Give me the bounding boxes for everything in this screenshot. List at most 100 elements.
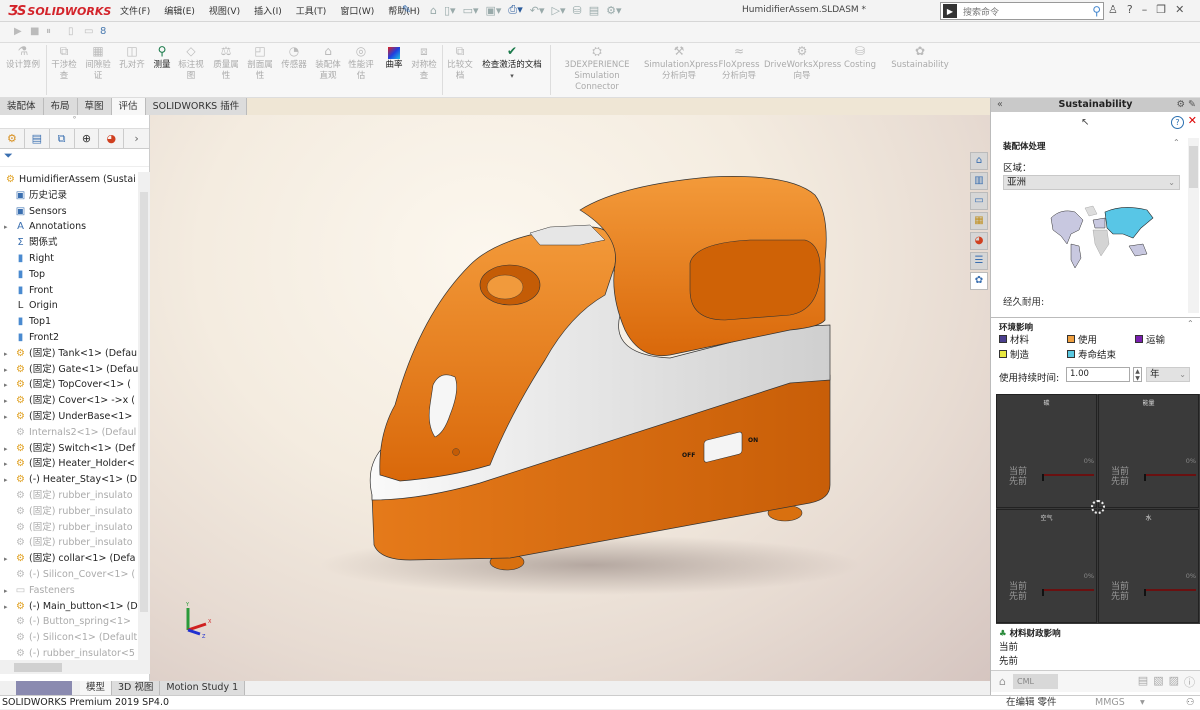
property-manager-tab-icon[interactable]: ▤: [25, 129, 50, 148]
chart-icon[interactable]: ▨: [1169, 674, 1179, 690]
appearances-tab-icon[interactable]: ◕: [970, 232, 988, 250]
region-select[interactable]: 亚洲 ⌄: [1003, 175, 1180, 190]
use-duration-unit-select[interactable]: 年 ⌄: [1146, 367, 1190, 382]
tab-3d-views[interactable]: 3D 视图: [112, 681, 161, 695]
close-button[interactable]: ✕: [1175, 3, 1184, 16]
stop-macro-icon[interactable]: ■: [30, 26, 39, 37]
interference-check-button[interactable]: ⧉ 干涉检查: [50, 45, 78, 82]
file-properties-icon[interactable]: ▤: [589, 4, 599, 17]
tree-item[interactable]: ⚙ (-) rubber_insulator<5: [0, 646, 138, 660]
tree-vertical-scrollbar[interactable]: [138, 172, 150, 660]
expand-arrow-icon[interactable]: ▸: [4, 473, 14, 489]
tab-evaluate[interactable]: 评估: [111, 98, 146, 115]
user-icon[interactable]: ♙: [1108, 3, 1118, 16]
impact-cell-air[interactable]: 空气 0% 当前 先前: [996, 509, 1097, 623]
tree-item[interactable]: ▮ Front2: [0, 330, 138, 346]
help-icon[interactable]: ?: [1171, 116, 1184, 129]
expand-arrow-icon[interactable]: ▸: [4, 600, 14, 616]
tree-item[interactable]: ⚙ (固定) rubber_insulato: [0, 488, 138, 504]
feature-manager-tab-icon[interactable]: ⚙: [0, 129, 25, 148]
search-icon[interactable]: ⚲: [1092, 4, 1101, 18]
search-input[interactable]: 搜索命令: [963, 5, 1092, 18]
pause-macro-icon[interactable]: ⏸: [46, 26, 51, 37]
file-explorer-tab-icon[interactable]: ▭: [970, 192, 988, 210]
expand-arrow-icon[interactable]: ▸: [4, 457, 14, 473]
tree-item[interactable]: ▮ Top1: [0, 314, 138, 330]
tree-item[interactable]: ▸ ⚙ (固定) Tank<1> (Defau: [0, 346, 138, 362]
menu-file[interactable]: 文件(F): [113, 4, 157, 17]
pin-menu-icon[interactable]: ✎: [402, 3, 411, 16]
menu-window[interactable]: 窗口(W): [333, 4, 381, 17]
tree-item[interactable]: ▮ Right: [0, 251, 138, 267]
more-tabs-chevron-icon[interactable]: ›: [124, 129, 149, 148]
open-icon[interactable]: ▭▾: [463, 4, 479, 17]
select-icon[interactable]: ▷▾: [551, 4, 565, 17]
hole-alignment-button[interactable]: ◫ 孔对齐: [116, 45, 148, 71]
tab-layout[interactable]: 布局: [43, 98, 78, 115]
display-manager-tab-icon[interactable]: ◕: [99, 129, 125, 148]
tree-item[interactable]: ▮ Front: [0, 283, 138, 299]
tree-item[interactable]: L Origin: [0, 298, 138, 314]
tree-item[interactable]: ▸ A Annotations: [0, 219, 138, 235]
menu-edit[interactable]: 编辑(E): [157, 4, 202, 17]
solidworks-logo[interactable]: ƷS SOLIDWORKS: [8, 3, 111, 19]
measure-button[interactable]: ⚲ 测量: [150, 45, 174, 71]
customize-macro-icon[interactable]: 8: [100, 26, 106, 37]
expand-arrow-icon[interactable]: ▸: [4, 410, 14, 426]
performance-evaluation-button[interactable]: ◎ 性能评估: [346, 45, 376, 82]
pane-scrollbar[interactable]: [1188, 138, 1199, 313]
home-icon[interactable]: ⌂: [430, 4, 437, 17]
costing-button[interactable]: ⛁ Costing: [842, 45, 878, 71]
tree-item[interactable]: ▸ ⚙ (固定) UnderBase<1>: [0, 409, 138, 425]
collapse-pane-icon[interactable]: «: [997, 98, 1003, 112]
tree-item[interactable]: ⚙ (-) Button_spring<1>: [0, 614, 138, 630]
tree-item[interactable]: ▸ ⚙ (固定) TopCover<1> (: [0, 377, 138, 393]
expand-arrow-icon[interactable]: ▸: [4, 442, 14, 458]
tree-horizontal-scrollbar[interactable]: [0, 660, 150, 674]
mass-properties-button[interactable]: ⚖ 质量属性: [210, 45, 242, 82]
tree-item[interactable]: ▸ ▭ Fasteners: [0, 583, 138, 599]
tree-item[interactable]: ▸ ⚙ (固定) Cover<1> ->x (: [0, 393, 138, 409]
driveworksxpress-button[interactable]: ⚙ DriveWorksXpress 向导: [764, 45, 841, 82]
expand-arrow-icon[interactable]: ▸: [4, 363, 14, 379]
undo-icon[interactable]: ↶▾: [530, 4, 545, 17]
info-icon[interactable]: ⓘ: [1184, 674, 1195, 690]
new-document-icon[interactable]: ▯▾: [444, 4, 456, 17]
sustainability-tab-icon[interactable]: ✿: [970, 272, 988, 290]
tab-sketch[interactable]: 草图: [77, 98, 112, 115]
scroll-thumb[interactable]: [1189, 146, 1198, 188]
tab-assembly[interactable]: 装配体: [0, 98, 44, 115]
material-class-select[interactable]: CML: [1013, 674, 1058, 689]
expand-arrow-icon[interactable]: ▸: [4, 394, 14, 410]
3dexperience-connector-button[interactable]: ⛭ 3DEXPERIENCE Simulation Connector: [552, 45, 642, 93]
expand-arrow-icon[interactable]: ▸: [4, 220, 14, 236]
design-library-tab-icon[interactable]: ▥: [970, 172, 988, 190]
impact-cell-energy[interactable]: 能量 0% 当前 先前: [1098, 394, 1199, 508]
minimize-button[interactable]: –: [1142, 3, 1148, 16]
impact-cell-carbon[interactable]: 碳 0% 当前 先前: [996, 394, 1097, 508]
simulationxpress-button[interactable]: ⚒ SimulationXpress 分析向导: [644, 45, 718, 82]
tree-item[interactable]: ⚙ (固定) rubber_insulato: [0, 504, 138, 520]
tree-item[interactable]: ▸ ⚙ (-) Main_button<1> (D: [0, 599, 138, 615]
tree-item[interactable]: ⚙ (-) Silicon<1> (Default: [0, 630, 138, 646]
collapse-env-icon[interactable]: ⌃: [1187, 319, 1194, 328]
dropdown-arrow-icon[interactable]: ▾: [478, 71, 546, 82]
panel-grip[interactable]: °: [0, 115, 149, 129]
help-button[interactable]: ?: [1127, 3, 1133, 16]
edit-macro-icon[interactable]: ▭: [84, 26, 93, 37]
tab-solidworks-addins[interactable]: SOLIDWORKS 插件: [145, 98, 248, 115]
restore-button[interactable]: ❐: [1156, 3, 1166, 16]
curvature-button[interactable]: 曲率: [382, 46, 406, 71]
collapse-section-icon[interactable]: ⌃: [1173, 138, 1180, 147]
markup-view-button[interactable]: ◇ 标注视图: [176, 45, 206, 82]
symmetry-check-button[interactable]: ⧈ 对称检查: [408, 45, 440, 82]
tab-model[interactable]: 模型: [80, 681, 113, 695]
world-map[interactable]: [1043, 198, 1159, 270]
tree-root[interactable]: ⚙ HumidifierAssem (Sustai: [0, 172, 138, 188]
compare-documents-button[interactable]: ⧉ 比较文档: [444, 45, 476, 82]
assembly-visualization-button[interactable]: ⌂ 装配体直观: [312, 45, 344, 82]
view-palette-tab-icon[interactable]: ▦: [970, 212, 988, 230]
home-icon[interactable]: ⌂: [999, 675, 1006, 688]
search-commands[interactable]: ▶ 搜索命令 ⚲: [940, 2, 1104, 20]
dimxpert-tab-icon[interactable]: ⊕: [75, 129, 100, 148]
